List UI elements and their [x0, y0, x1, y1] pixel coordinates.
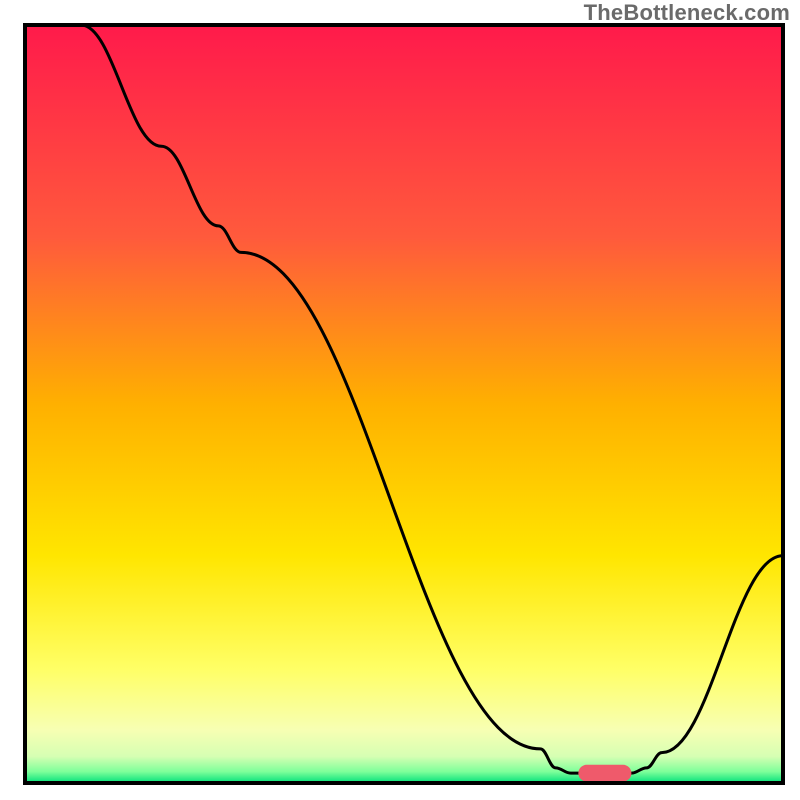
plot-area	[25, 25, 783, 783]
chart-container: TheBottleneck.com	[0, 0, 800, 800]
gradient-background	[25, 25, 783, 783]
bottleneck-chart	[0, 0, 800, 800]
optimum-marker	[578, 765, 631, 782]
watermark: TheBottleneck.com	[584, 0, 790, 26]
